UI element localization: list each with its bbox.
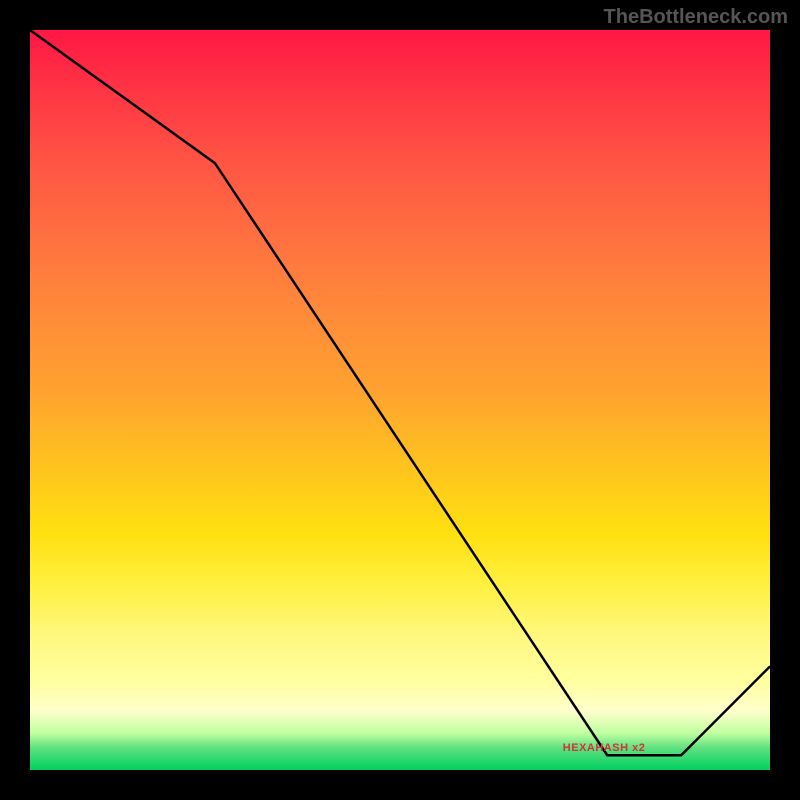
series-line <box>30 30 770 755</box>
chart-plot-area: HEXAHASH x2 <box>30 30 770 770</box>
watermark-text: TheBottleneck.com <box>604 6 788 29</box>
series-annotation: HEXAHASH x2 <box>563 742 646 754</box>
chart-line-svg <box>30 30 770 770</box>
